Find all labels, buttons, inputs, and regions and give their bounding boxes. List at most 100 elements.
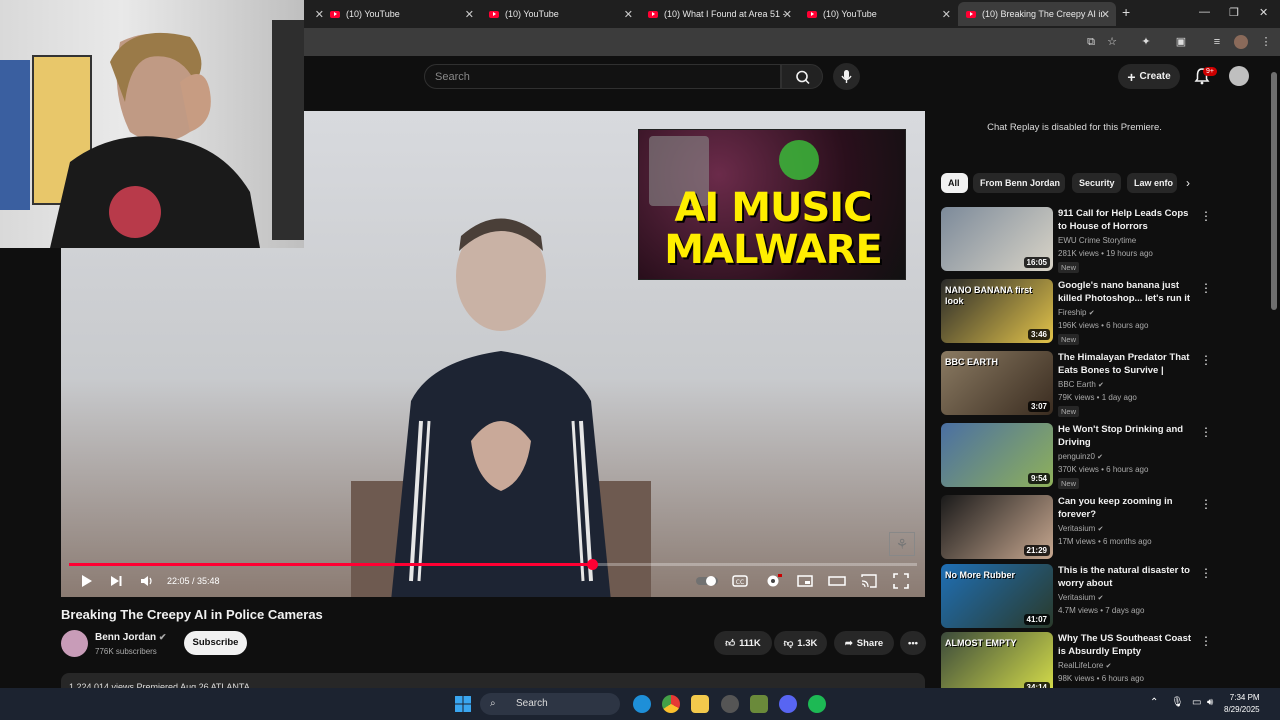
media-control-icon[interactable]: ≡ — [1210, 35, 1224, 49]
create-button[interactable]: + Create — [1118, 64, 1180, 89]
miniplayer-icon[interactable] — [796, 572, 814, 590]
browser-menu-icon[interactable]: ⋮ — [1259, 35, 1273, 49]
video-thumbnail[interactable]: 9:54 — [941, 423, 1053, 487]
channel-name[interactable]: Veritasium ✔ — [1058, 524, 1103, 533]
minimize-icon[interactable]: — — [1199, 6, 1210, 18]
browser-tab-active[interactable]: (10) Breaking The Creepy AI in ✕ — [958, 2, 1116, 26]
settings-gear-icon[interactable] — [764, 572, 782, 590]
more-vertical-icon[interactable]: ⋮ — [1200, 281, 1212, 295]
recommended-video[interactable]: ALMOST EMPTY34:14Why The US Southeast Co… — [941, 632, 1213, 696]
extensions-icon[interactable]: ✦ — [1139, 35, 1153, 49]
cast-to-tv-icon[interactable] — [860, 572, 878, 590]
chip-security[interactable]: Security — [1072, 173, 1121, 193]
video-title[interactable]: Can you keep zooming in forever? — [1058, 495, 1198, 521]
video-thumbnail[interactable]: BBC EARTH 3:07 — [941, 351, 1053, 415]
recommended-video[interactable]: NANO BANANA first look 3:46 Google's nano … — [941, 279, 1213, 345]
video-thumbnail[interactable]: ALMOST EMPTY34:14 — [941, 632, 1053, 696]
close-window-icon[interactable]: ✕ — [1259, 6, 1268, 19]
volume-icon[interactable] — [138, 572, 156, 590]
browser-tab-3[interactable]: (10) What I Found at Area 51 - ✕ — [640, 2, 798, 26]
channel-name[interactable]: RealLifeLore ✔ — [1058, 661, 1111, 670]
more-vertical-icon[interactable]: ⋮ — [1200, 353, 1212, 367]
channel-name[interactable]: BBC Earth ✔ — [1058, 380, 1104, 389]
theater-mode-icon[interactable] — [828, 572, 846, 590]
obs-app-icon[interactable] — [721, 695, 739, 713]
dislike-button[interactable]: 👎︎ 1.3K — [774, 631, 827, 655]
video-title[interactable]: This is the natural disaster to worry ab… — [1058, 564, 1198, 590]
recommended-video[interactable]: 21:29 Can you keep zooming in forever? Ver… — [941, 495, 1213, 559]
video-title[interactable]: Google's nano banana just killed Photosh… — [1058, 279, 1198, 305]
network-tray-icon[interactable]: ▭ — [1192, 697, 1201, 708]
channel-name[interactable]: Fireship ✔ — [1058, 308, 1095, 317]
browser-tab-2[interactable]: (10) YouTube ✕ — [481, 2, 639, 26]
minecraft-app-icon[interactable] — [750, 695, 768, 713]
more-vertical-icon[interactable]: ⋮ — [1200, 497, 1212, 511]
video-title[interactable]: The Himalayan Predator That Eats Bones t… — [1058, 351, 1198, 377]
next-video-icon[interactable] — [107, 572, 125, 590]
install-app-icon[interactable]: ⧉ — [1084, 35, 1098, 49]
chips-next-arrow-icon[interactable]: › — [1186, 176, 1190, 190]
tray-chevron-icon[interactable]: ⌃ — [1150, 697, 1158, 708]
close-tab-icon[interactable]: ✕ — [942, 8, 951, 21]
more-vertical-icon[interactable]: ⋮ — [1200, 566, 1212, 580]
subscribe-button[interactable]: Subscribe — [184, 631, 247, 655]
new-tab-button[interactable]: + — [1122, 4, 1130, 20]
browser-tab-4[interactable]: (10) YouTube ✕ — [799, 2, 957, 26]
cast-icon[interactable]: ▣ — [1174, 35, 1188, 49]
tab-close-left[interactable]: ✕ — [305, 2, 324, 26]
video-title[interactable]: 911 Call for Help Leads Cops to House of… — [1058, 207, 1198, 233]
page-scrollbar-thumb[interactable] — [1271, 72, 1277, 310]
more-vertical-icon[interactable]: ⋮ — [1200, 209, 1212, 223]
share-button[interactable]: ➦ Share — [834, 631, 894, 655]
video-thumbnail[interactable]: 16:05 — [941, 207, 1053, 271]
video-thumbnail[interactable]: 21:29 — [941, 495, 1053, 559]
recommended-video[interactable]: 16:05 911 Call for Help Leads Cops to Hou… — [941, 207, 1213, 273]
volume-tray-icon[interactable]: 🔊︎ — [1207, 697, 1213, 708]
more-vertical-icon[interactable]: ⋮ — [1200, 634, 1212, 648]
voice-search-button[interactable] — [833, 63, 860, 90]
taskbar-search[interactable]: ⌕ Search — [480, 693, 620, 715]
video-thumbnail[interactable]: No More Rubber 41:07 — [941, 564, 1053, 628]
channel-avatar[interactable] — [61, 630, 88, 657]
autoplay-toggle-icon[interactable] — [695, 572, 719, 590]
channel-name[interactable]: penguinz0 ✔ — [1058, 452, 1103, 461]
close-tab-icon[interactable]: ✕ — [465, 8, 474, 21]
channel-watermark-icon[interactable]: ⚘ — [889, 532, 915, 556]
video-thumbnail[interactable]: NANO BANANA first look 3:46 — [941, 279, 1053, 343]
profile-avatar-icon[interactable] — [1234, 35, 1248, 49]
recommended-video[interactable]: 9:54 He Won't Stop Drinking and Driving pe… — [941, 423, 1213, 489]
browser-tab-1[interactable]: (10) YouTube ✕ — [322, 2, 480, 26]
microphone-tray-icon[interactable]: 🎙︎ — [1171, 697, 1184, 708]
channel-name[interactable]: Benn Jordan ✔ — [95, 632, 166, 643]
like-button[interactable]: 👍︎ 111K — [714, 631, 772, 655]
spotify-app-icon[interactable] — [808, 695, 826, 713]
fullscreen-icon[interactable] — [892, 572, 910, 590]
close-tab-icon[interactable]: ✕ — [1101, 8, 1110, 21]
close-tab-icon[interactable]: ✕ — [783, 8, 792, 21]
play-icon[interactable] — [77, 572, 95, 590]
chrome-browser-icon[interactable] — [662, 695, 680, 713]
more-actions-button[interactable]: ••• — [900, 631, 926, 655]
restore-icon[interactable]: ❐ — [1229, 6, 1239, 19]
chip-law-enforcement[interactable]: Law enfo — [1127, 173, 1177, 193]
recommended-video[interactable]: No More Rubber 41:07 This is the natural d… — [941, 564, 1213, 628]
edge-browser-icon[interactable] — [633, 695, 651, 713]
taskbar-clock[interactable]: 7:34 PM 8/29/2025 — [1224, 692, 1260, 716]
chip-from-channel[interactable]: From Benn Jordan — [973, 173, 1065, 193]
chip-all[interactable]: All — [941, 173, 968, 193]
windows-start-icon[interactable] — [454, 695, 472, 713]
file-explorer-icon[interactable] — [691, 695, 709, 713]
progress-bar[interactable] — [69, 559, 917, 570]
recommended-video[interactable]: BBC EARTH 3:07 The Himalayan Predator That… — [941, 351, 1213, 417]
captions-icon[interactable]: CC — [731, 572, 749, 590]
video-title[interactable]: Why The US Southeast Coast is Absurdly E… — [1058, 632, 1198, 658]
channel-name[interactable]: EWU Crime Storytime — [1058, 236, 1136, 245]
close-tab-icon[interactable]: ✕ — [624, 8, 633, 21]
bookmark-star-icon[interactable]: ☆ — [1105, 35, 1119, 49]
video-title[interactable]: He Won't Stop Drinking and Driving — [1058, 423, 1198, 449]
account-avatar[interactable] — [1229, 66, 1249, 86]
more-vertical-icon[interactable]: ⋮ — [1200, 425, 1212, 439]
search-button[interactable] — [781, 64, 823, 89]
discord-app-icon[interactable] — [779, 695, 797, 713]
channel-name[interactable]: Veritasium ✔ — [1058, 593, 1103, 602]
